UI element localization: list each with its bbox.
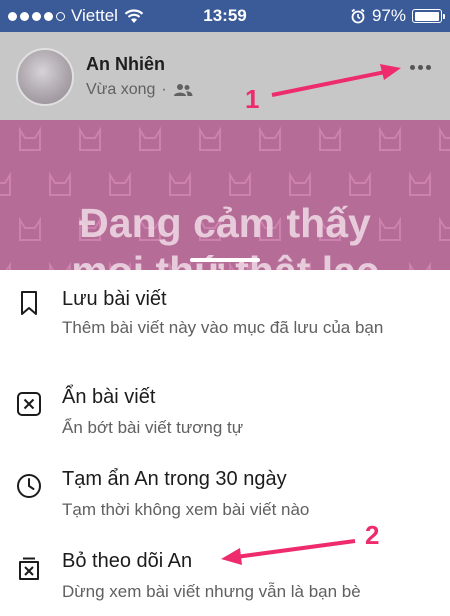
status-left: Viettel — [8, 6, 144, 26]
menu-item-title: Bỏ theo dõi An — [62, 550, 193, 572]
signal-icon — [8, 11, 65, 21]
menu-item-title: Lưu bài viết — [62, 288, 167, 310]
menu-item-subtitle: Ẩn bớt bài viết tương tự — [62, 418, 244, 437]
post-text-line-1: Đang cảm thấy — [79, 200, 371, 246]
post-image[interactable]: Đang cảm thấy mọi thứ thật lạc — [0, 120, 450, 270]
menu-item-subtitle: Tạm thời không xem bài viết nào — [62, 500, 310, 519]
menu-item-unfollow[interactable]: Bỏ theo dõi An Dừng xem bài viết nhưng v… — [0, 540, 450, 616]
avatar[interactable] — [16, 48, 74, 106]
menu-item-snooze[interactable]: Tạm ẩn An trong 30 ngày Tạm thời không x… — [0, 455, 450, 525]
post-header: An Nhiên Vừa xong · — [0, 32, 450, 120]
bookmark-icon — [21, 291, 37, 315]
annotation-label-1: 1 — [245, 84, 260, 114]
status-bar: Viettel 13:59 97% — [0, 0, 450, 32]
more-options-button[interactable] — [402, 57, 438, 77]
action-sheet: Lưu bài viết Thêm bài viết này vào mục đ… — [0, 258, 450, 616]
annotation-label-2: 2 — [365, 520, 380, 550]
menu-item-save-post[interactable]: Lưu bài viết Thêm bài viết này vào mục đ… — [0, 280, 450, 370]
hide-post-icon — [17, 392, 41, 416]
sheet-handle[interactable] — [190, 258, 260, 262]
friends-icon — [173, 84, 193, 96]
menu-item-title: Ẩn bài viết — [62, 386, 156, 408]
alarm-icon — [351, 8, 365, 24]
menu-item-subtitle: Dừng xem bài viết nhưng vẫn là bạn bè — [62, 582, 361, 601]
post-meta: Vừa xong · — [86, 81, 193, 99]
wifi-icon — [124, 9, 144, 23]
post-time: Vừa xong — [86, 81, 156, 98]
meta-separator: · — [161, 81, 167, 98]
unfollow-icon — [19, 557, 39, 580]
menu-item-hide-post[interactable]: Ẩn bài viết Ẩn bớt bài viết tương tự — [0, 375, 450, 445]
carrier-name: Viettel — [71, 6, 118, 25]
battery-fill — [414, 11, 439, 21]
clock-icon — [17, 474, 41, 498]
status-right: 97% — [350, 6, 445, 26]
menu-item-subtitle: Thêm bài viết này vào mục đã lưu của bạn — [62, 318, 384, 337]
post-author[interactable]: An Nhiên — [86, 54, 165, 75]
battery-percent: 97% — [371, 6, 406, 25]
menu-item-title: Tạm ẩn An trong 30 ngày — [62, 468, 287, 490]
battery-icon — [412, 9, 445, 23]
